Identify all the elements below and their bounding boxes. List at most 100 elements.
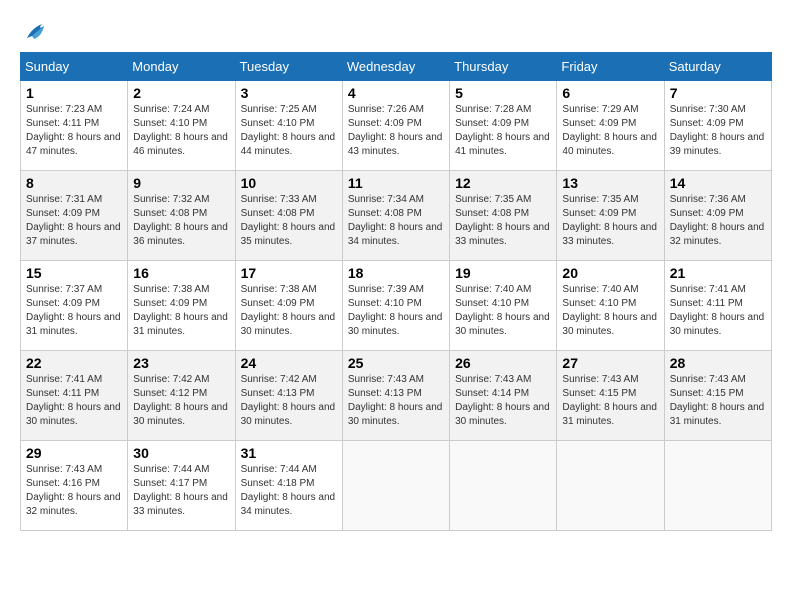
day-info: Sunrise: 7:24 AMSunset: 4:10 PMDaylight:… [133, 104, 228, 157]
calendar-week-row: 29 Sunrise: 7:43 AMSunset: 4:16 PMDayligh… [21, 441, 772, 531]
logo-bird-icon [22, 20, 52, 42]
calendar-day-cell: 20 Sunrise: 7:40 AMSunset: 4:10 PMDayligh… [557, 261, 664, 351]
calendar-day-cell: 21 Sunrise: 7:41 AMSunset: 4:11 PMDayligh… [664, 261, 771, 351]
day-number: 14 [670, 175, 766, 191]
day-number: 4 [348, 85, 444, 101]
day-info: Sunrise: 7:41 AMSunset: 4:11 PMDaylight:… [26, 374, 121, 427]
calendar-day-cell: 30Sunrise: 7:44 AMSunset: 4:17 PMDayligh… [128, 441, 235, 531]
day-number: 26 [455, 355, 551, 371]
day-number: 2 [133, 85, 229, 101]
calendar-day-cell: 29 Sunrise: 7:43 AMSunset: 4:16 PMDayligh… [21, 441, 128, 531]
day-number: 3 [241, 85, 337, 101]
day-info: Sunrise: 7:40 AMSunset: 4:10 PMDaylight:… [455, 284, 550, 337]
day-info: Sunrise: 7:38 AMSunset: 4:09 PMDaylight:… [241, 284, 336, 337]
calendar-empty-cell [342, 441, 449, 531]
day-info: Sunrise: 7:35 AMSunset: 4:09 PMDaylight:… [562, 194, 657, 247]
logo [20, 20, 52, 42]
day-number: 21 [670, 265, 766, 281]
calendar-day-cell: 10 Sunrise: 7:33 AMSunset: 4:08 PMDayligh… [235, 171, 342, 261]
calendar-empty-cell [664, 441, 771, 531]
day-info: Sunrise: 7:42 AMSunset: 4:13 PMDaylight:… [241, 374, 336, 427]
calendar-day-cell: 26 Sunrise: 7:43 AMSunset: 4:14 PMDayligh… [450, 351, 557, 441]
calendar-day-cell: 6Sunrise: 7:29 AMSunset: 4:09 PMDaylight… [557, 81, 664, 171]
calendar-week-row: 8 Sunrise: 7:31 AMSunset: 4:09 PMDaylight… [21, 171, 772, 261]
day-number: 5 [455, 85, 551, 101]
calendar-day-cell: 11 Sunrise: 7:34 AMSunset: 4:08 PMDayligh… [342, 171, 449, 261]
day-info: Sunrise: 7:43 AMSunset: 4:15 PMDaylight:… [670, 374, 765, 427]
weekday-header: Monday [128, 53, 235, 81]
weekday-header: Friday [557, 53, 664, 81]
day-info: Sunrise: 7:43 AMSunset: 4:14 PMDaylight:… [455, 374, 550, 427]
calendar-day-cell: 15 Sunrise: 7:37 AMSunset: 4:09 PMDayligh… [21, 261, 128, 351]
day-info: Sunrise: 7:25 AMSunset: 4:10 PMDaylight:… [241, 104, 336, 157]
calendar-day-cell: 14Sunrise: 7:36 AMSunset: 4:09 PMDayligh… [664, 171, 771, 261]
calendar-empty-cell [557, 441, 664, 531]
calendar-day-cell: 7Sunrise: 7:30 AMSunset: 4:09 PMDaylight… [664, 81, 771, 171]
weekday-header: Thursday [450, 53, 557, 81]
day-info: Sunrise: 7:43 AMSunset: 4:16 PMDaylight:… [26, 464, 121, 517]
day-info: Sunrise: 7:43 AMSunset: 4:13 PMDaylight:… [348, 374, 443, 427]
day-info: Sunrise: 7:42 AMSunset: 4:12 PMDaylight:… [133, 374, 228, 427]
day-number: 19 [455, 265, 551, 281]
day-number: 15 [26, 265, 122, 281]
day-number: 10 [241, 175, 337, 191]
day-number: 24 [241, 355, 337, 371]
weekday-header: Sunday [21, 53, 128, 81]
calendar-day-cell: 19 Sunrise: 7:40 AMSunset: 4:10 PMDayligh… [450, 261, 557, 351]
day-info: Sunrise: 7:33 AMSunset: 4:08 PMDaylight:… [241, 194, 336, 247]
calendar-week-row: 15 Sunrise: 7:37 AMSunset: 4:09 PMDayligh… [21, 261, 772, 351]
day-info: Sunrise: 7:32 AMSunset: 4:08 PMDaylight:… [133, 194, 228, 247]
calendar-week-row: 22 Sunrise: 7:41 AMSunset: 4:11 PMDayligh… [21, 351, 772, 441]
calendar-day-cell: 1 Sunrise: 7:23 AMSunset: 4:11 PMDaylight… [21, 81, 128, 171]
calendar-day-cell: 8 Sunrise: 7:31 AMSunset: 4:09 PMDaylight… [21, 171, 128, 261]
day-info: Sunrise: 7:23 AMSunset: 4:11 PMDaylight:… [26, 104, 121, 157]
day-info: Sunrise: 7:30 AMSunset: 4:09 PMDaylight:… [670, 104, 765, 157]
day-info: Sunrise: 7:31 AMSunset: 4:09 PMDaylight:… [26, 194, 121, 247]
day-number: 13 [562, 175, 658, 191]
day-number: 18 [348, 265, 444, 281]
day-number: 20 [562, 265, 658, 281]
calendar-day-cell: 2 Sunrise: 7:24 AMSunset: 4:10 PMDaylight… [128, 81, 235, 171]
day-info: Sunrise: 7:26 AMSunset: 4:09 PMDaylight:… [348, 104, 443, 157]
calendar-day-cell: 4 Sunrise: 7:26 AMSunset: 4:09 PMDaylight… [342, 81, 449, 171]
day-number: 11 [348, 175, 444, 191]
day-number: 16 [133, 265, 229, 281]
calendar-day-cell: 18Sunrise: 7:39 AMSunset: 4:10 PMDayligh… [342, 261, 449, 351]
calendar-day-cell: 24 Sunrise: 7:42 AMSunset: 4:13 PMDayligh… [235, 351, 342, 441]
calendar-day-cell: 12 Sunrise: 7:35 AMSunset: 4:08 PMDayligh… [450, 171, 557, 261]
calendar-day-cell: 3 Sunrise: 7:25 AMSunset: 4:10 PMDaylight… [235, 81, 342, 171]
day-info: Sunrise: 7:37 AMSunset: 4:09 PMDaylight:… [26, 284, 121, 337]
weekday-header-row: SundayMondayTuesdayWednesdayThursdayFrid… [21, 53, 772, 81]
calendar-day-cell: 22 Sunrise: 7:41 AMSunset: 4:11 PMDayligh… [21, 351, 128, 441]
day-info: Sunrise: 7:35 AMSunset: 4:08 PMDaylight:… [455, 194, 550, 247]
day-info: Sunrise: 7:34 AMSunset: 4:08 PMDaylight:… [348, 194, 443, 247]
calendar-day-cell: 25 Sunrise: 7:43 AMSunset: 4:13 PMDayligh… [342, 351, 449, 441]
day-number: 25 [348, 355, 444, 371]
calendar-day-cell: 28 Sunrise: 7:43 AMSunset: 4:15 PMDayligh… [664, 351, 771, 441]
day-number: 23 [133, 355, 229, 371]
weekday-header: Saturday [664, 53, 771, 81]
calendar-day-cell: 16Sunrise: 7:38 AMSunset: 4:09 PMDayligh… [128, 261, 235, 351]
weekday-header: Tuesday [235, 53, 342, 81]
calendar-empty-cell [450, 441, 557, 531]
calendar-day-cell: 31Sunrise: 7:44 AMSunset: 4:18 PMDayligh… [235, 441, 342, 531]
day-number: 22 [26, 355, 122, 371]
day-number: 17 [241, 265, 337, 281]
day-number: 29 [26, 445, 122, 461]
page-header [20, 20, 772, 42]
calendar-day-cell: 9 Sunrise: 7:32 AMSunset: 4:08 PMDaylight… [128, 171, 235, 261]
calendar-day-cell: 17 Sunrise: 7:38 AMSunset: 4:09 PMDayligh… [235, 261, 342, 351]
calendar-week-row: 1 Sunrise: 7:23 AMSunset: 4:11 PMDaylight… [21, 81, 772, 171]
day-info: Sunrise: 7:43 AMSunset: 4:15 PMDaylight:… [562, 374, 657, 427]
day-number: 12 [455, 175, 551, 191]
day-number: 27 [562, 355, 658, 371]
day-info: Sunrise: 7:41 AMSunset: 4:11 PMDaylight:… [670, 284, 765, 337]
day-info: Sunrise: 7:44 AMSunset: 4:18 PMDaylight:… [241, 464, 336, 517]
calendar-day-cell: 23 Sunrise: 7:42 AMSunset: 4:12 PMDayligh… [128, 351, 235, 441]
day-number: 1 [26, 85, 122, 101]
day-number: 8 [26, 175, 122, 191]
day-number: 9 [133, 175, 229, 191]
day-info: Sunrise: 7:40 AMSunset: 4:10 PMDaylight:… [562, 284, 657, 337]
calendar-day-cell: 27 Sunrise: 7:43 AMSunset: 4:15 PMDayligh… [557, 351, 664, 441]
day-number: 28 [670, 355, 766, 371]
